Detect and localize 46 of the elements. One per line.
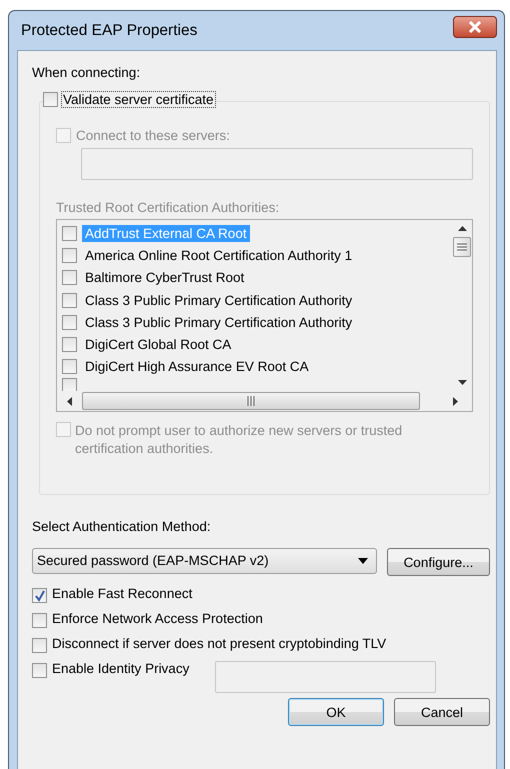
checkbox-label: Disconnect if server does not present cryptobinding TLV (52, 636, 386, 651)
section-label: Select Authentication Method: (32, 519, 212, 534)
down-arrow-icon (458, 380, 466, 385)
checkbox-label: Connect to these servers: (76, 128, 230, 143)
list-item[interactable]: DigiCert Global Root CA (82, 336, 234, 354)
checkbox-label: Do not prompt user to authorize new servers or trusted certification authorities. (75, 422, 404, 458)
dialog-button[interactable]: OK (288, 698, 384, 726)
scroll-thumb[interactable] (453, 237, 471, 257)
checkbox[interactable] (43, 92, 58, 107)
checkbox[interactable] (62, 359, 77, 374)
checkbox[interactable] (62, 337, 77, 352)
section-label: When connecting: (32, 65, 142, 80)
list-item[interactable]: DigiCert High Assurance EV Root CA (82, 358, 312, 376)
left-arrow-icon (67, 396, 72, 406)
checkbox[interactable] (62, 270, 77, 286)
checkbox-label: Enable Fast Reconnect (52, 586, 192, 601)
checkbox[interactable] (32, 588, 47, 603)
list-label: Trusted Root Certification Authorities: (56, 200, 280, 215)
certificate-list[interactable] (56, 219, 473, 412)
right-arrow-icon (453, 396, 458, 406)
checkbox[interactable] (62, 226, 77, 241)
close-button[interactable] (453, 16, 497, 38)
caret-icon (358, 558, 368, 564)
checkbox[interactable] (62, 292, 77, 308)
checkbox[interactable] (62, 314, 77, 330)
checkbox[interactable] (62, 378, 77, 391)
identity-input-field[interactable] (215, 661, 436, 693)
scroll-thumb[interactable] (82, 392, 420, 410)
checkbox-label: Enable Identity Privacy (52, 661, 190, 676)
close-icon (468, 20, 482, 32)
checkbox[interactable] (32, 638, 47, 653)
dialog-button[interactable]: Cancel (394, 698, 490, 726)
checkbox-label[interactable]: Validate server certificate (61, 91, 216, 108)
up-arrow-icon (458, 226, 466, 231)
checkbox[interactable] (62, 248, 77, 263)
checkbox-label: Enforce Network Access Protection (52, 611, 263, 626)
auth-method-dropdown[interactable]: Secured password (EAP-MSCHAP v2) (32, 548, 377, 574)
list-item[interactable]: America Online Root Certification Authority 1 (82, 246, 356, 264)
checkbox[interactable] (32, 613, 47, 628)
list-item[interactable]: Baltimore CyberTrust Root (82, 269, 248, 286)
list-item[interactable]: Class 3 Public Primary Certification Authority (82, 314, 356, 331)
list-item[interactable]: Class 3 Public Primary Certification Authority (82, 292, 356, 309)
checkbox[interactable] (32, 663, 47, 678)
servers-input-field[interactable] (81, 148, 473, 180)
window-title: Protected EAP Properties (21, 22, 198, 40)
configure-button[interactable]: Configure... (386, 548, 490, 576)
